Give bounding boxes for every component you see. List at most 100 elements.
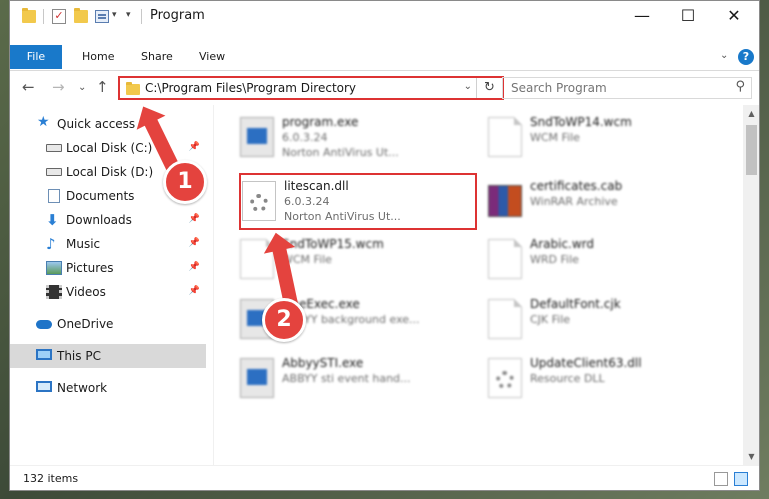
file-description: Norton AntiVirus Ut... bbox=[282, 146, 399, 159]
chevron-down-icon[interactable]: ⌄ bbox=[720, 50, 728, 61]
sidebar-item-label: Local Disk (C:) bbox=[66, 141, 153, 155]
properties-icon[interactable] bbox=[95, 10, 109, 23]
chevron-down-icon[interactable]: ▾ bbox=[112, 10, 117, 20]
separator bbox=[43, 9, 44, 24]
maximize-button[interactable]: ☐ bbox=[665, 1, 711, 31]
new-folder-icon[interactable] bbox=[74, 8, 88, 23]
scroll-down-icon[interactable]: ▼ bbox=[743, 448, 759, 465]
file-icon bbox=[488, 239, 522, 279]
chevron-down-icon[interactable]: ⌄ bbox=[464, 81, 472, 92]
refresh-icon[interactable]: ↻ bbox=[476, 78, 502, 98]
pin-icon[interactable]: 📌 bbox=[189, 214, 200, 224]
sidebar-item-music[interactable]: ♪ Music 📌 bbox=[10, 232, 206, 256]
sidebar-item-label: Pictures bbox=[66, 261, 114, 275]
minimize-button[interactable]: — bbox=[619, 1, 665, 31]
list-item[interactable]: certificates.cab WinRAR Archive bbox=[478, 175, 718, 227]
sidebar-item-label: Downloads bbox=[66, 213, 132, 227]
file-type: Resource DLL bbox=[530, 372, 605, 385]
sidebar-item-this-pc[interactable]: This PC bbox=[10, 344, 206, 368]
folder-icon bbox=[22, 8, 36, 23]
customize-toolbar-icon[interactable]: ▾ bbox=[126, 10, 131, 20]
file-name: Arabic.wrd bbox=[530, 237, 595, 251]
sidebar-item-videos[interactable]: Videos 📌 bbox=[10, 280, 206, 304]
sidebar-item-label: Videos bbox=[66, 285, 106, 299]
sidebar-item-label: Music bbox=[66, 237, 101, 251]
file-name: certificates.cab bbox=[530, 179, 623, 193]
file-name: UpdateClient63.dll bbox=[530, 356, 642, 370]
list-item[interactable]: Arabic.wrd WRD File bbox=[478, 233, 718, 285]
recent-locations-icon[interactable]: ⌄ bbox=[78, 82, 86, 93]
tab-view[interactable]: View bbox=[199, 45, 225, 69]
explorer-window: ✓ ▾ ▾ Program — ☐ ✕ File Home Share View… bbox=[9, 0, 760, 491]
network-icon bbox=[36, 381, 52, 392]
file-type: WCM File bbox=[530, 131, 580, 144]
address-bar[interactable]: C:\Program Files\Program Directory ⌄ ↻ bbox=[118, 76, 504, 100]
file-name: DefaultFont.cjk bbox=[530, 297, 621, 311]
sidebar-item-label: This PC bbox=[57, 349, 101, 363]
sidebar-item-downloads[interactable]: ⬇ Downloads 📌 bbox=[10, 208, 206, 232]
dll-file-icon bbox=[488, 358, 522, 398]
file-version: 6.0.3.24 bbox=[282, 131, 328, 144]
tab-file[interactable]: File bbox=[10, 45, 62, 69]
scroll-up-icon[interactable]: ▲ bbox=[743, 105, 759, 122]
file-name: SndToWP15.wcm bbox=[282, 237, 384, 251]
pin-icon[interactable]: 📌 bbox=[189, 238, 200, 248]
search-box[interactable]: ⚲ bbox=[502, 77, 752, 99]
tab-share[interactable]: Share bbox=[141, 45, 173, 69]
computer-icon bbox=[36, 349, 52, 360]
tiles-view-icon[interactable] bbox=[734, 472, 748, 486]
cloud-icon bbox=[36, 320, 52, 329]
sidebar-item-label: OneDrive bbox=[57, 317, 114, 331]
sidebar-item-label: Local Disk (D:) bbox=[66, 165, 154, 179]
document-icon bbox=[48, 189, 60, 203]
hard-drive-icon bbox=[46, 144, 62, 152]
help-icon[interactable]: ? bbox=[738, 49, 754, 65]
music-note-icon: ♪ bbox=[46, 235, 56, 253]
pin-icon[interactable]: 📌 bbox=[189, 142, 200, 152]
hard-drive-icon bbox=[46, 168, 62, 176]
file-type: WRD File bbox=[530, 253, 579, 266]
file-type: WinRAR Archive bbox=[530, 195, 618, 208]
back-arrow-icon[interactable]: ← bbox=[22, 78, 35, 96]
window-title: Program bbox=[150, 8, 205, 23]
list-item[interactable]: program.exe 6.0.3.24 Norton AntiVirus Ut… bbox=[230, 111, 470, 163]
ribbon-tabs: File Home Share View ⌄ ? bbox=[10, 45, 759, 71]
up-arrow-icon[interactable]: ↑ bbox=[96, 78, 109, 96]
sidebar-item-label: Documents bbox=[66, 189, 135, 203]
sidebar-item-onedrive[interactable]: OneDrive bbox=[10, 312, 206, 336]
search-input[interactable] bbox=[503, 78, 723, 98]
sidebar-item-label: Network bbox=[57, 381, 108, 395]
checkmark-icon[interactable]: ✓ bbox=[52, 9, 66, 24]
sidebar-item-local-disk-c[interactable]: Local Disk (C:) 📌 bbox=[10, 136, 206, 160]
pictures-icon bbox=[46, 261, 62, 275]
separator bbox=[141, 9, 142, 24]
folder-icon bbox=[126, 82, 140, 95]
step-badge-2: 2 bbox=[262, 298, 306, 342]
close-button[interactable]: ✕ bbox=[711, 1, 757, 31]
search-icon[interactable]: ⚲ bbox=[735, 79, 745, 94]
list-item[interactable]: AbbyySTI.exe ABBYY sti event hand... bbox=[230, 352, 470, 404]
address-path[interactable]: C:\Program Files\Program Directory bbox=[145, 81, 356, 95]
sidebar-item-quick-access[interactable]: ★ Quick access bbox=[10, 112, 206, 136]
file-name: SndToWP14.wcm bbox=[530, 115, 632, 129]
scroll-thumb[interactable] bbox=[746, 125, 757, 175]
file-icon bbox=[488, 299, 522, 339]
details-view-icon[interactable] bbox=[714, 472, 728, 486]
gear-icon bbox=[496, 371, 514, 389]
title-bar: ✓ ▾ ▾ Program — ☐ ✕ bbox=[10, 1, 759, 31]
file-name: AbbyySTI.exe bbox=[282, 356, 364, 370]
sidebar-item-pictures[interactable]: Pictures 📌 bbox=[10, 256, 206, 280]
forward-arrow-icon[interactable]: → bbox=[52, 78, 65, 96]
list-item[interactable]: SndToWP14.wcm WCM File bbox=[478, 111, 718, 163]
tab-home[interactable]: Home bbox=[82, 45, 114, 69]
list-item[interactable]: DefaultFont.cjk CJK File bbox=[478, 293, 718, 345]
archive-icon bbox=[488, 185, 522, 217]
sidebar-item-network[interactable]: Network bbox=[10, 376, 206, 400]
download-icon: ⬇ bbox=[46, 211, 59, 229]
pin-icon[interactable]: 📌 bbox=[189, 262, 200, 272]
vertical-scrollbar[interactable]: ▲ ▼ bbox=[743, 105, 759, 465]
file-type: CJK File bbox=[530, 313, 571, 326]
file-description: ABBYY sti event hand... bbox=[282, 372, 411, 385]
pin-icon[interactable]: 📌 bbox=[189, 286, 200, 296]
list-item[interactable]: UpdateClient63.dll Resource DLL bbox=[478, 352, 718, 404]
